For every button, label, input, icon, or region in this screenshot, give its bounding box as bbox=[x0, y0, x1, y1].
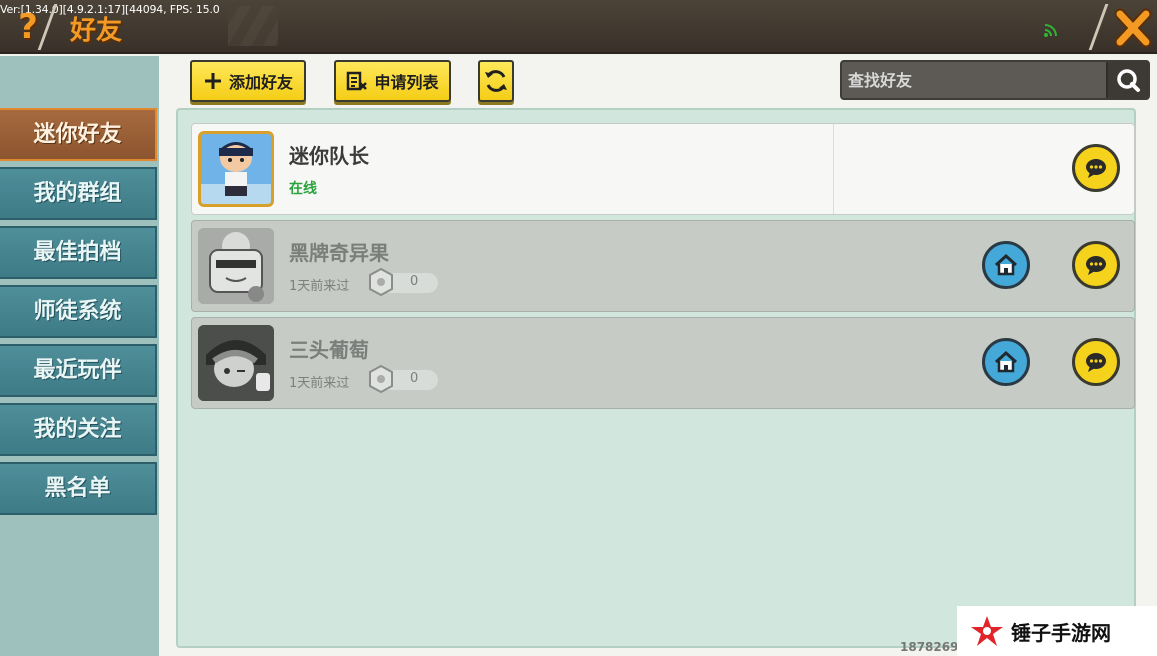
chat-button[interactable] bbox=[1072, 144, 1120, 192]
request-list-label: 申请列表 bbox=[374, 73, 439, 92]
friend-name: 迷你队长 bbox=[289, 144, 369, 168]
sidebar-item-mini-friends[interactable]: 迷你好友 bbox=[0, 108, 157, 161]
sidebar-item-best-partner[interactable]: 最佳拍档 bbox=[0, 226, 157, 279]
avatar[interactable] bbox=[198, 325, 274, 401]
chat-button[interactable] bbox=[1072, 338, 1120, 386]
add-friend-button[interactable]: 添加好友 bbox=[190, 60, 306, 102]
sidebar-item-my-groups[interactable]: 我的群组 bbox=[0, 167, 157, 220]
online-status: 在线 bbox=[289, 181, 317, 197]
star-logo-icon bbox=[971, 616, 1003, 646]
refresh-icon bbox=[485, 70, 507, 92]
close-icon[interactable] bbox=[1114, 8, 1152, 48]
friend-name: 三头葡萄 bbox=[289, 338, 369, 362]
signal-icon bbox=[1044, 24, 1057, 37]
top-bar: Ver:[1.34.0][4.9.2.1:17][44094, FPS: 15.… bbox=[0, 0, 1157, 54]
user-id-text: 1878269 bbox=[900, 640, 959, 654]
last-seen-text: 1天前来过 bbox=[289, 279, 350, 294]
friend-name: 黑牌奇异果 bbox=[289, 241, 389, 265]
hexagon-icon bbox=[369, 267, 393, 297]
avatar-image bbox=[198, 228, 274, 304]
last-seen-text: 1天前来过 bbox=[289, 376, 350, 391]
search-button[interactable] bbox=[1106, 62, 1148, 98]
search-input[interactable] bbox=[848, 62, 1104, 98]
score-value: 0 bbox=[410, 274, 419, 289]
chat-bubble-icon bbox=[1086, 353, 1106, 372]
page-title: 好友 bbox=[70, 16, 123, 46]
chat-button[interactable] bbox=[1072, 241, 1120, 289]
top-bar-decoration bbox=[228, 6, 278, 46]
home-button[interactable] bbox=[982, 241, 1030, 289]
friend-row[interactable]: 三头葡萄 1天前来过 0 bbox=[191, 317, 1135, 409]
refresh-button[interactable] bbox=[478, 60, 514, 102]
watermark-text: 锤子手游网 bbox=[1011, 620, 1111, 645]
avatar[interactable] bbox=[198, 228, 274, 304]
home-button[interactable] bbox=[982, 338, 1030, 386]
sidebar-item-recent-players[interactable]: 最近玩伴 bbox=[0, 344, 157, 397]
add-friend-label: 添加好友 bbox=[228, 73, 293, 92]
chat-bubble-icon bbox=[1086, 159, 1106, 178]
plus-icon bbox=[204, 73, 221, 89]
avatar-image bbox=[198, 325, 274, 401]
row-divider bbox=[833, 124, 834, 214]
search-icon bbox=[1117, 69, 1140, 92]
watermark: 锤子手游网 bbox=[957, 606, 1157, 656]
avatar[interactable] bbox=[198, 131, 274, 207]
hexagon-icon bbox=[369, 364, 393, 394]
search-box bbox=[840, 60, 1150, 100]
home-icon bbox=[994, 253, 1018, 276]
sidebar-item-following[interactable]: 我的关注 bbox=[0, 403, 157, 456]
score-value: 0 bbox=[410, 371, 419, 386]
friend-row[interactable]: 黑牌奇异果 1天前来过 0 bbox=[191, 220, 1135, 312]
header-divider bbox=[1088, 4, 1109, 50]
sidebar-item-mentor-system[interactable]: 师徒系统 bbox=[0, 285, 157, 338]
friend-row[interactable]: 迷你队长 在线 bbox=[191, 123, 1135, 215]
chat-bubble-icon bbox=[1086, 256, 1106, 275]
avatar-image bbox=[201, 134, 271, 204]
list-icon bbox=[347, 71, 368, 91]
home-icon bbox=[994, 350, 1018, 373]
sidebar-item-blacklist[interactable]: 黑名单 bbox=[0, 462, 157, 515]
request-list-button[interactable]: 申请列表 bbox=[334, 60, 451, 102]
